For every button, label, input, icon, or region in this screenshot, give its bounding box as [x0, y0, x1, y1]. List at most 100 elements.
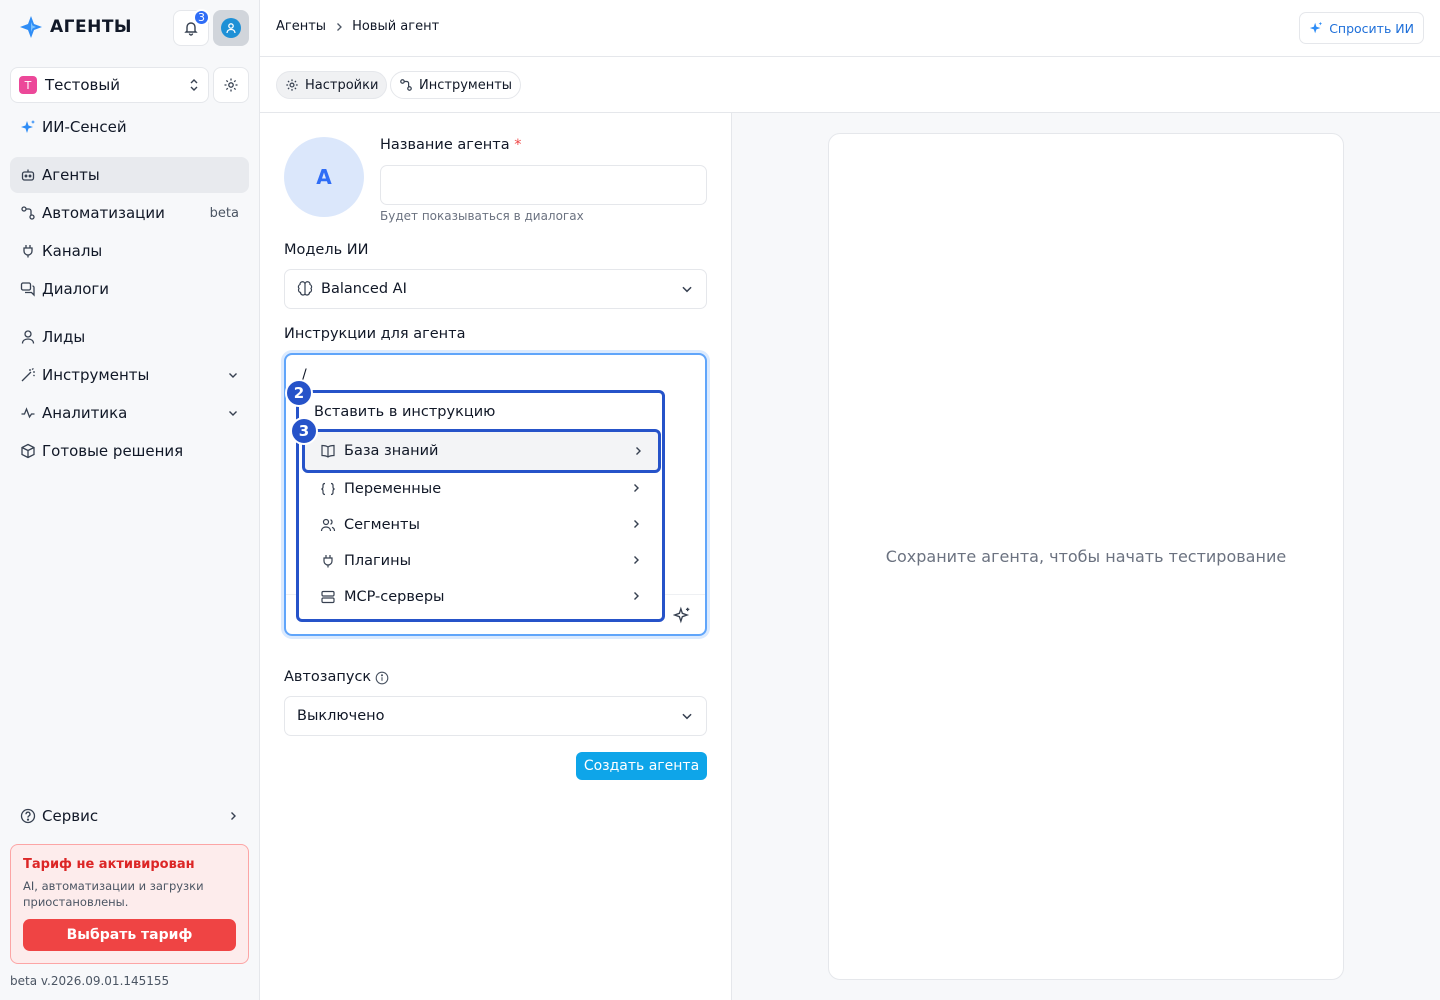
user-avatar-button[interactable] [213, 10, 249, 46]
box-icon [20, 443, 36, 459]
plug-icon [320, 553, 336, 569]
chevron-updown-icon [188, 78, 200, 92]
chevron-down-icon [680, 282, 694, 296]
preview-card: Сохраните агента, чтобы начать тестирова… [828, 133, 1344, 980]
tariff-title: Тариф не активирован [23, 857, 195, 872]
tab-settings[interactable]: Настройки [276, 71, 388, 99]
sidebar-item-ai-sensei[interactable]: ИИ-Сенсей [10, 109, 249, 145]
braces-icon [320, 481, 336, 497]
sidebar-item-label: ИИ-Сенсей [42, 118, 127, 136]
sidebar-item-label: Диалоги [42, 280, 110, 298]
agent-name-label: Название агента * [380, 137, 521, 153]
agent-name-input[interactable] [380, 165, 707, 205]
breadcrumb-new-agent: Новый агент [352, 19, 440, 34]
chart-icon [20, 405, 36, 421]
book-icon [320, 443, 336, 459]
sidebar-item-agents[interactable]: Агенты [10, 157, 249, 193]
sidebar-item-channels[interactable]: Каналы [10, 233, 249, 269]
annotation-marker-2: 2 [285, 379, 313, 407]
menu-item-label: База знаний [344, 443, 439, 459]
breadcrumb-agents[interactable]: Агенты [276, 19, 326, 34]
chevron-right-icon [630, 518, 642, 530]
workspace-settings-button[interactable] [213, 67, 249, 103]
wand-icon [20, 367, 36, 383]
menu-item-knowledge-base[interactable]: База знаний [302, 429, 661, 473]
sidebar-item-analytics[interactable]: Аналитика [10, 395, 249, 431]
tab-tools[interactable]: Инструменты [390, 71, 522, 99]
required-mark: * [514, 137, 522, 153]
brand-star-icon [18, 14, 44, 40]
menu-item-label: Сегменты [344, 517, 420, 533]
tab-bar: Настройки Инструменты [260, 57, 1440, 113]
sidebar-item-dialogs[interactable]: Диалоги [10, 271, 249, 307]
sidebar: АГЕНТЫ 3 Т Тестовый ИИ-Сенсей Агенты Авт… [0, 0, 260, 1000]
brand-logo[interactable]: АГЕНТЫ [18, 14, 132, 40]
workspace-name: Тестовый [45, 76, 120, 94]
sidebar-item-solutions[interactable]: Готовые решения [10, 433, 249, 469]
autostart-select[interactable]: Выключено [284, 696, 707, 736]
sidebar-item-automations[interactable]: Автоматизации beta [10, 195, 249, 231]
sparkle-icon [1309, 21, 1323, 35]
sidebar-item-label: Агенты [42, 166, 100, 184]
gear-icon [223, 77, 239, 93]
app-version: beta v.2026.09.01.145155 [10, 974, 170, 988]
chevron-right-icon [632, 445, 644, 457]
menu-title: Вставить в инструкцию [314, 404, 496, 420]
beta-badge: beta [209, 205, 239, 221]
sidebar-item-service[interactable]: Сервис [10, 798, 249, 834]
agent-name-label-text: Название агента [380, 137, 510, 153]
sidebar-item-label: Аналитика [42, 404, 128, 422]
sidebar-item-leads[interactable]: Лиды [10, 319, 249, 355]
preview-empty-message: Сохраните агента, чтобы начать тестирова… [885, 547, 1287, 566]
help-circle-icon [20, 808, 36, 824]
server-icon [320, 589, 336, 605]
ai-sparkle-icon[interactable] [673, 606, 691, 624]
insert-into-instruction-menu: Вставить в инструкцию База знаний Переме… [296, 390, 665, 622]
sidebar-item-label: Лиды [42, 328, 86, 346]
chevron-right-icon [630, 482, 642, 494]
chevron-right-icon [227, 798, 239, 834]
plug-icon [20, 243, 36, 259]
workflow-icon [20, 205, 36, 221]
menu-item-label: MCP-серверы [344, 589, 445, 605]
tab-label: Инструменты [419, 77, 513, 93]
workspace-badge: Т [19, 76, 37, 94]
autostart-label-text: Автозапуск [284, 669, 372, 685]
create-agent-button[interactable]: Создать агента [576, 752, 707, 780]
autostart-value: Выключено [297, 708, 385, 724]
autostart-label: Автозапуск [284, 669, 371, 685]
agent-avatar[interactable]: A [284, 137, 364, 217]
workspace-selector[interactable]: Т Тестовый [10, 67, 209, 103]
workflow-icon [399, 78, 413, 92]
sparkle-icon [20, 119, 36, 135]
chevron-right-icon [630, 590, 642, 602]
tariff-warning: Тариф не активирован AI, автоматизации и… [10, 844, 249, 964]
model-select[interactable]: Balanced AI [284, 269, 707, 309]
sidebar-item-label: Каналы [42, 242, 103, 260]
annotation-marker-3: 3 [290, 417, 318, 445]
menu-item-segments[interactable]: Сегменты [305, 507, 656, 543]
info-icon[interactable] [375, 671, 389, 685]
sidebar-item-label: Готовые решения [42, 442, 184, 460]
chat-icon [20, 281, 36, 297]
chevron-down-icon [680, 709, 694, 723]
menu-item-variables[interactable]: Переменные [305, 471, 656, 507]
sidebar-item-tools[interactable]: Инструменты [10, 357, 249, 393]
user-icon [221, 18, 241, 38]
breadcrumb: Агенты Новый агент [276, 19, 439, 34]
tariff-description: AI, автоматизации и загрузки приостановл… [23, 879, 204, 909]
gear-icon [285, 78, 299, 92]
tab-label: Настройки [305, 77, 379, 93]
sidebar-item-label: Сервис [42, 807, 99, 825]
choose-tariff-button[interactable]: Выбрать тариф [23, 919, 236, 951]
sidebar-item-label: Автоматизации [42, 204, 165, 222]
chevron-right-icon [630, 554, 642, 566]
chevron-down-icon [227, 357, 239, 393]
ask-ai-button[interactable]: Спросить ИИ [1299, 12, 1424, 44]
model-value: Balanced AI [321, 281, 407, 297]
menu-item-plugins[interactable]: Плагины [305, 543, 656, 579]
ask-ai-label: Спросить ИИ [1329, 20, 1414, 36]
bot-icon [20, 167, 36, 183]
menu-item-mcp-servers[interactable]: MCP-серверы [305, 579, 656, 615]
menu-item-label: Плагины [344, 553, 412, 569]
